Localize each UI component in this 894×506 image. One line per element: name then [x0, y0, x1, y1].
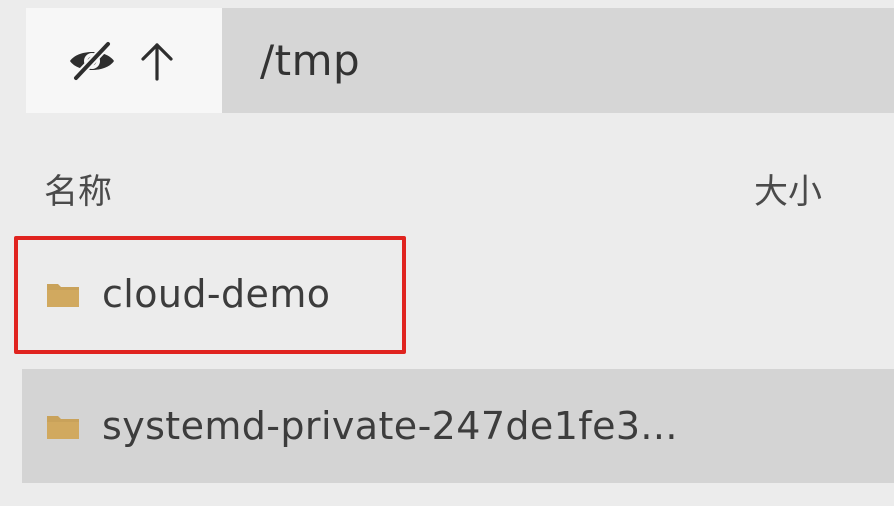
toolbar-button-group: [26, 8, 222, 113]
parent-directory-button[interactable]: [134, 33, 180, 89]
column-header-name[interactable]: 名称: [44, 164, 112, 213]
file-row-cloud-demo[interactable]: cloud-demo: [22, 238, 894, 350]
eye-slash-icon: [70, 40, 114, 81]
folder-icon: [46, 412, 80, 440]
file-name: systemd-private-247de1fe3...: [102, 404, 678, 448]
file-browser-toolbar: /tmp: [26, 8, 894, 113]
column-header-size[interactable]: 大小: [754, 164, 822, 213]
toggle-hidden-files-button[interactable]: [64, 33, 120, 89]
path-input[interactable]: /tmp: [222, 8, 894, 113]
arrow-up-icon: [141, 42, 173, 81]
file-list-header: 名称 大小: [0, 150, 894, 222]
file-name: cloud-demo: [102, 272, 331, 316]
current-path: /tmp: [260, 36, 361, 85]
file-row-systemd-private[interactable]: systemd-private-247de1fe3...: [22, 369, 894, 483]
folder-icon: [46, 280, 80, 308]
